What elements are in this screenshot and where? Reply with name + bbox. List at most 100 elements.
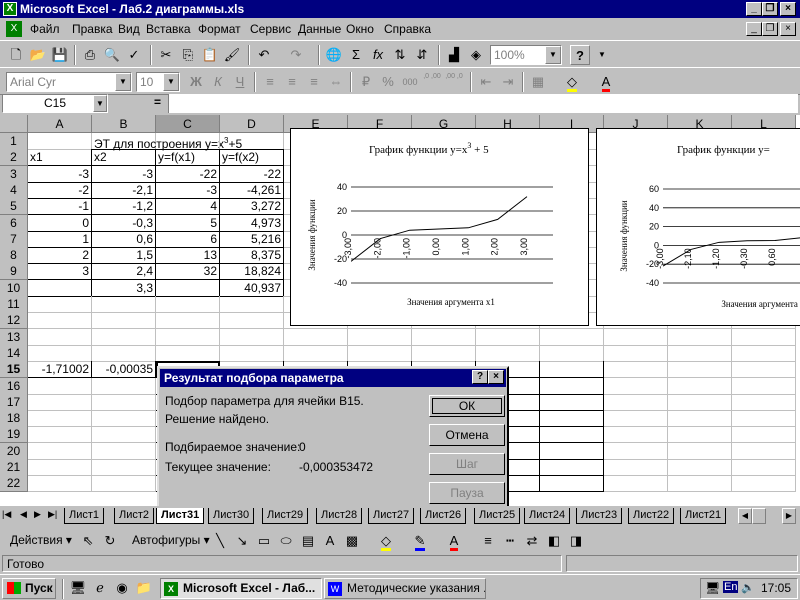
cell-a7[interactable]: 1 — [28, 230, 92, 248]
chevron-down-icon[interactable]: ▼ — [163, 73, 179, 91]
cell-a19[interactable] — [28, 426, 92, 444]
row-header-15[interactable]: 15 — [0, 361, 28, 379]
cell-j20[interactable] — [604, 442, 668, 460]
cell-d14[interactable] — [220, 344, 284, 362]
open-icon[interactable]: 📂 — [28, 45, 48, 65]
cell-b9[interactable]: 2,4 — [92, 263, 156, 281]
spell-icon[interactable]: ✓ — [124, 45, 144, 65]
cell-b18[interactable] — [92, 410, 156, 428]
cell-b4[interactable]: -2,1 — [92, 181, 156, 199]
select-all-corner[interactable] — [0, 115, 28, 133]
cell-i16[interactable] — [540, 377, 604, 395]
font-color-icon[interactable]: A — [444, 531, 464, 551]
row-header-10[interactable]: 10 — [0, 279, 28, 297]
cell-c1[interactable] — [156, 133, 220, 150]
chevron-down-icon[interactable]: ▼ — [93, 95, 107, 112]
arrow-icon[interactable]: ↘ — [232, 531, 252, 551]
new-icon[interactable]: 🗋 — [6, 45, 26, 65]
paste-icon[interactable]: 📋 — [200, 45, 220, 65]
doc-minimize-button[interactable]: _ — [746, 22, 762, 36]
name-box[interactable]: C15 ▼ — [2, 94, 108, 113]
cell-b10[interactable]: 3,3 — [92, 279, 156, 297]
column-header-b[interactable]: B — [92, 115, 156, 133]
outdent-icon[interactable]: ⇤ — [476, 72, 496, 92]
cell-e14[interactable] — [284, 344, 348, 362]
dialog-close-button[interactable]: × — [488, 370, 504, 384]
preview-icon[interactable]: 🔍 — [102, 45, 122, 65]
currency-icon[interactable]: ₽ — [356, 72, 376, 92]
free-rotate-icon[interactable]: ↻ — [100, 531, 120, 551]
cell-l13[interactable] — [732, 328, 796, 346]
cell-b8[interactable]: 1,5 — [92, 247, 156, 265]
tab-first-icon[interactable]: |◀ — [2, 509, 11, 520]
print-icon[interactable]: ⎙ — [80, 45, 100, 65]
cell-l16[interactable] — [732, 377, 796, 395]
cell-b20[interactable] — [92, 442, 156, 460]
font-color-icon[interactable]: A — [596, 72, 616, 92]
column-header-d[interactable]: D — [220, 115, 284, 133]
sheet-tab-лист21[interactable]: Лист21 — [680, 508, 727, 524]
restore-button[interactable]: ❐ — [762, 2, 778, 16]
cell-k15[interactable] — [668, 361, 732, 379]
cell-b17[interactable] — [92, 393, 156, 411]
cell-a1[interactable] — [28, 133, 92, 150]
minimize-button[interactable]: _ — [746, 2, 762, 16]
doc-close-button[interactable]: × — [780, 22, 796, 36]
tab-prev-icon[interactable]: ◀ — [20, 509, 27, 520]
font-size-select[interactable]: 10 ▼ — [136, 72, 180, 92]
cell-a20[interactable] — [28, 442, 92, 460]
cell-j19[interactable] — [604, 426, 668, 444]
cell-i19[interactable] — [540, 426, 604, 444]
cell-a6[interactable]: 0 — [28, 214, 92, 232]
cell-a12[interactable] — [28, 312, 92, 330]
cell-a18[interactable] — [28, 410, 92, 428]
cell-d5[interactable]: 3,272 — [220, 198, 284, 216]
doc-restore-button[interactable]: ❐ — [762, 22, 778, 36]
cell-l14[interactable] — [732, 344, 796, 362]
cell-l20[interactable] — [732, 442, 796, 460]
textbox-icon[interactable]: ▤ — [298, 531, 318, 551]
menu-help[interactable]: Справка — [384, 22, 431, 36]
volume-icon[interactable]: 🔈 — [741, 581, 755, 594]
indent-icon[interactable]: ⇥ — [498, 72, 518, 92]
sort-asc-icon[interactable]: ⇅ — [390, 45, 410, 65]
font-select[interactable]: Arial Cyr ▼ — [6, 72, 132, 92]
cell-b16[interactable] — [92, 377, 156, 395]
cell-a2[interactable]: x1 — [28, 149, 92, 167]
cell-a22[interactable] — [28, 475, 92, 493]
cell-l17[interactable] — [732, 393, 796, 411]
sheet-tab-лист23[interactable]: Лист23 — [576, 508, 623, 524]
cell-d9[interactable]: 18,824 — [220, 263, 284, 281]
chart-1[interactable]: График функции y=x3 + 5 40 20 0 -20 -40 -3,00-… — [290, 128, 589, 326]
cell-b3[interactable]: -3 — [92, 165, 156, 183]
cell-a3[interactable]: -3 — [28, 165, 92, 183]
cell-b15[interactable]: -0,00035 — [92, 361, 156, 379]
cell-h14[interactable] — [476, 344, 540, 362]
cell-j16[interactable] — [604, 377, 668, 395]
sort-desc-icon[interactable]: ⇵ — [412, 45, 432, 65]
row-header-6[interactable]: 6 — [0, 214, 28, 232]
cell-b12[interactable] — [92, 312, 156, 330]
redo-icon[interactable]: ↷ — [286, 45, 306, 65]
menu-file[interactable]: Файл — [30, 22, 60, 36]
cell-a10[interactable] — [28, 279, 92, 297]
cell-c10[interactable] — [156, 279, 220, 297]
tab-last-icon[interactable]: ▶| — [48, 509, 57, 520]
taskbar-word[interactable]: W Методические указания ... — [324, 578, 486, 599]
cell-g14[interactable] — [412, 344, 476, 362]
cut-icon[interactable]: ✂ — [156, 45, 176, 65]
sheet-tab-лист26[interactable]: Лист26 — [420, 508, 467, 524]
cell-i13[interactable] — [540, 328, 604, 346]
cell-f14[interactable] — [348, 344, 412, 362]
dialog-help-button[interactable]: ? — [472, 370, 488, 384]
align-left-icon[interactable]: ≡ — [260, 72, 280, 92]
row-header-17[interactable]: 17 — [0, 393, 28, 411]
cell-b14[interactable] — [92, 344, 156, 362]
sheet-tab-лист25[interactable]: Лист25 — [474, 508, 521, 524]
formula-equals[interactable]: = — [154, 95, 161, 109]
cell-j17[interactable] — [604, 393, 668, 411]
row-header-20[interactable]: 20 — [0, 442, 28, 460]
cell-j15[interactable] — [604, 361, 668, 379]
menu-data[interactable]: Данные — [298, 22, 341, 36]
cell-d2[interactable]: y=f(x2) — [220, 149, 284, 167]
